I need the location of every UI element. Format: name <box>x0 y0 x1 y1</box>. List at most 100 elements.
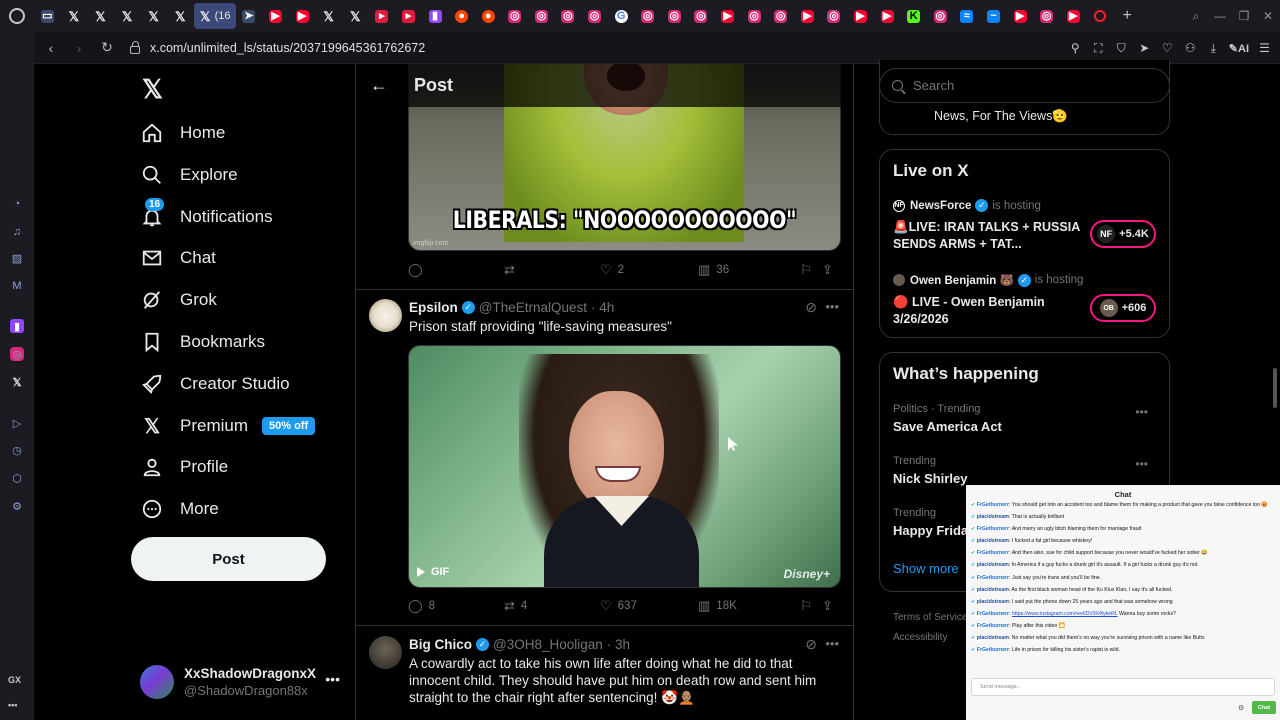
browser-tab[interactable]: ▸ <box>395 3 422 29</box>
share-button[interactable]: ⇪ <box>822 262 840 278</box>
browser-tab[interactable]: ▶ <box>847 3 874 29</box>
account-switcher[interactable]: XxShadowDragonxX @ShadowDragon88x ••• <box>140 661 340 703</box>
vpn-shield-icon[interactable]: ⛉ <box>1114 41 1129 56</box>
ai-button[interactable]: ✎AI <box>1229 42 1249 55</box>
live-space-title[interactable]: 🚨LIVE: IRAN TALKS + RUSSIA SENDS ARMS + … <box>893 219 1083 253</box>
download-icon[interactable]: ⤓ <box>1206 41 1221 56</box>
sidebar-more-icon[interactable]: ••• <box>8 700 17 710</box>
twitch-icon[interactable]: ▮ <box>10 319 24 333</box>
opera-gx-logo-icon[interactable] <box>0 0 34 32</box>
browser-tab[interactable]: ● <box>448 3 475 29</box>
profile-icon[interactable]: ⚇ <box>1183 41 1198 55</box>
reload-button[interactable]: ↻ <box>96 39 118 56</box>
chat-username[interactable]: placidstream <box>977 599 1009 605</box>
browser-tab[interactable]: ◎ <box>581 3 608 29</box>
browser-tab[interactable]: ◎ <box>502 3 529 29</box>
browser-tab[interactable]: ▶ <box>1007 3 1034 29</box>
browser-tab[interactable]: 𝕏 <box>342 3 369 29</box>
chat-username[interactable]: placidstream <box>977 514 1009 520</box>
gx-messenger-icon[interactable]: M <box>10 279 24 293</box>
browser-tab[interactable]: ▶ <box>289 3 316 29</box>
snapshot-icon[interactable]: ⛶ <box>1091 41 1106 56</box>
reply-button[interactable]: ◯ <box>408 262 504 278</box>
repost-button[interactable]: ⇄ <box>504 262 600 278</box>
chat-username[interactable]: placidstream <box>977 538 1009 544</box>
chat-username[interactable]: placidstream <box>977 587 1009 593</box>
gx-label-icon[interactable]: GX <box>8 675 21 685</box>
nav-notifications[interactable]: 16 Notifications <box>140 198 273 232</box>
browser-tab[interactable]: ▶ <box>874 3 901 29</box>
post-button[interactable]: Post <box>131 537 326 581</box>
trend-item[interactable]: Trending Nick Shirley ••• <box>893 455 1161 486</box>
browser-tab[interactable]: ◎ <box>821 3 848 29</box>
chat-username[interactable]: FrGetburnerr <box>977 502 1009 508</box>
views-button[interactable]: ▥ 36 <box>698 262 800 278</box>
browser-tab[interactable]: ▶ <box>1060 3 1087 29</box>
chat-username[interactable]: placidstream <box>977 635 1009 641</box>
browser-tab[interactable]: ◎ <box>634 3 661 29</box>
bookmark-button[interactable]: ⚐ <box>800 262 822 278</box>
browser-tab[interactable]: ~ <box>980 3 1007 29</box>
browser-tab[interactable]: ● <box>475 3 502 29</box>
nav-bookmarks[interactable]: Bookmarks <box>140 327 265 357</box>
author-handle[interactable]: @3OH8_Hooligan <box>493 637 603 652</box>
share-button[interactable]: ⇪ <box>822 598 840 614</box>
avatar[interactable] <box>369 636 402 669</box>
browser-tab[interactable]: ◎ <box>528 3 555 29</box>
author-name[interactable]: Epsilon <box>409 300 458 315</box>
gif-media[interactable]: GIF Disney+ <box>408 345 841 588</box>
back-arrow-icon[interactable]: ← <box>370 75 390 96</box>
history-icon[interactable]: ◷ <box>10 443 24 457</box>
chat-username[interactable]: FrGetburnerr <box>977 647 1009 653</box>
browser-tab[interactable] <box>1087 3 1114 29</box>
chat-username[interactable]: FrGetburnerr <box>977 526 1009 532</box>
browser-tab[interactable]: ◎ <box>661 3 688 29</box>
gx-corner-icon[interactable]: ▨ <box>10 251 24 265</box>
more-dots-icon[interactable]: ••• <box>1135 457 1148 471</box>
browser-tab[interactable]: ▶ <box>262 3 289 29</box>
accessibility-link[interactable]: Accessibility <box>893 628 967 648</box>
author-handle[interactable]: @TheEtrnalQuest <box>479 300 587 315</box>
scrollbar-thumb[interactable] <box>1273 368 1277 408</box>
heart-icon[interactable]: ♡ <box>1160 41 1175 55</box>
live-listeners-pill[interactable]: NF +5.4K <box>1090 220 1156 248</box>
close-window-button[interactable]: ✕ <box>1256 9 1280 23</box>
more-dots-icon[interactable]: ••• <box>825 299 839 314</box>
browser-tab[interactable]: 𝕏 <box>140 3 167 29</box>
settings-icon[interactable]: ⚙ <box>10 499 24 513</box>
author-name[interactable]: Big Chico <box>409 637 472 652</box>
chat-username[interactable]: placidstream <box>977 562 1009 568</box>
views-button[interactable]: ▥ 18K <box>698 598 800 614</box>
forward-button[interactable]: › <box>68 40 90 56</box>
x-icon[interactable]: 𝕏 <box>10 375 24 389</box>
chat-username[interactable]: FrGetburnerr <box>977 611 1009 617</box>
browser-tab[interactable]: 𝕏 <box>61 3 88 29</box>
browser-tab[interactable]: ▶ <box>714 3 741 29</box>
x-logo-icon[interactable]: 𝕏 <box>142 74 163 105</box>
live-listeners-pill[interactable]: OB +606 <box>1090 294 1156 322</box>
like-button[interactable]: ♡ 637 <box>600 598 698 614</box>
reply-button[interactable]: ◯ 8 <box>408 598 504 614</box>
terms-link[interactable]: Terms of Service <box>893 608 967 628</box>
chat-send-button[interactable]: Chat <box>1252 701 1276 714</box>
browser-tab[interactable]: ◎ <box>767 3 794 29</box>
browser-tab[interactable]: ▮ <box>422 3 449 29</box>
live-host-row[interactable]: Owen Benjamin 🐻 ✓ is hosting <box>893 273 1083 287</box>
nav-profile[interactable]: Profile <box>140 452 228 482</box>
chat-username[interactable]: FrGetburnerr <box>977 575 1009 581</box>
more-dots-icon[interactable]: ••• <box>825 636 839 651</box>
search-bar[interactable] <box>879 68 1170 103</box>
grok-explain-icon[interactable]: ⊘ <box>805 299 817 316</box>
browser-tab[interactable]: ◎ <box>688 3 715 29</box>
post-time[interactable]: · 4h <box>591 300 614 315</box>
gx-music-icon[interactable]: ♫ <box>10 225 24 239</box>
browser-tab[interactable]: 𝕏 <box>114 3 141 29</box>
url-field[interactable]: x.com/unlimited_ls/status/20371996453617… <box>150 41 425 55</box>
browser-tab[interactable]: ◎ <box>927 3 954 29</box>
chat-message-input[interactable]: Send message... <box>971 678 1275 696</box>
minimize-button[interactable]: — <box>1208 9 1232 23</box>
browser-tab[interactable]: ➤ <box>236 3 263 29</box>
menu-icon[interactable]: ☰ <box>1257 41 1272 55</box>
like-button[interactable]: ♡ 2 <box>600 262 698 278</box>
back-button[interactable]: ‹ <box>40 40 62 56</box>
